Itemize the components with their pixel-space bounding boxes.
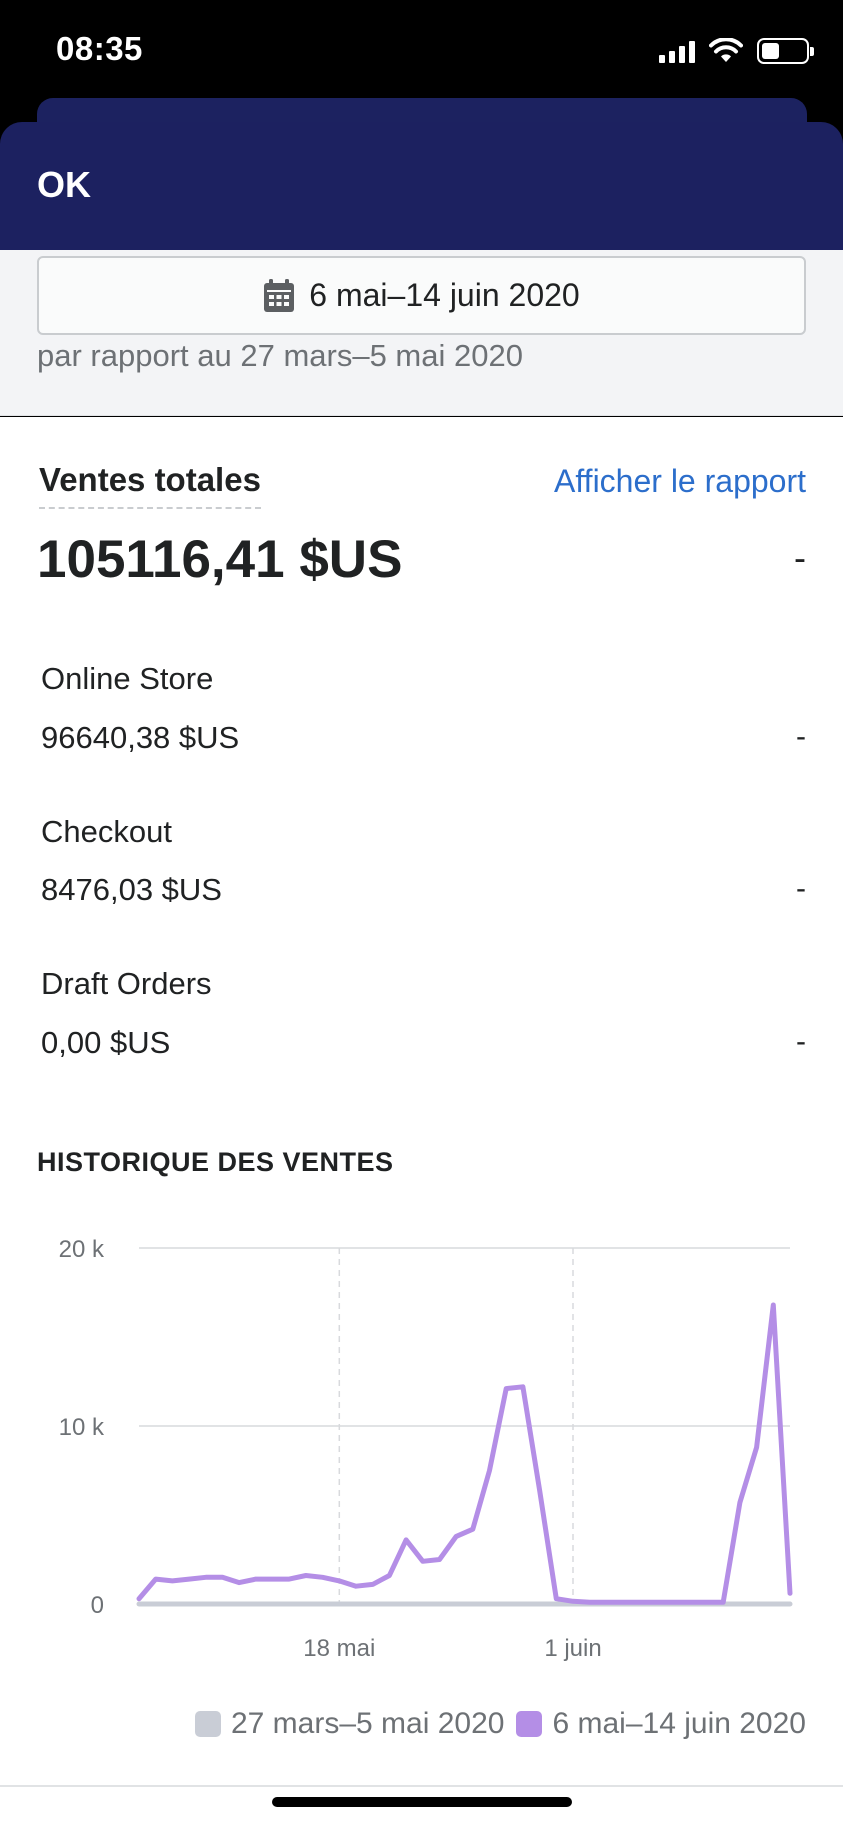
date-range-section: 6 mai–14 juin 2020 par rapport au 27 mar…: [0, 250, 843, 416]
wifi-icon: [709, 38, 743, 62]
status-icons: [659, 36, 814, 66]
comparison-period-text: par rapport au 27 mars–5 mai 2020: [37, 338, 523, 373]
legend-label-previous: 27 mars–5 mai 2020: [230, 1707, 505, 1740]
status-bar: 08:35: [0, 0, 843, 100]
legend-swatch-previous: [194, 1711, 221, 1737]
legend-label-current: 6 mai–14 juin 2020: [552, 1707, 806, 1740]
legend-item-current[interactable]: 6 mai–14 juin 2020: [516, 1707, 806, 1741]
legend-item-previous[interactable]: 27 mars–5 mai 2020: [194, 1707, 505, 1741]
total-sales-title[interactable]: Ventes totales: [39, 461, 261, 509]
channel-value: 0,00 $US: [41, 1025, 171, 1060]
sales-history-title: HISTORIQUE DES VENTES: [37, 1147, 394, 1177]
channel-value: 8476,03 $US: [41, 872, 222, 907]
chart-legend: 27 mars–5 mai 2020 6 mai–14 juin 2020: [194, 1707, 806, 1741]
nav-bar: OK: [0, 122, 843, 250]
x-tick-label: 18 mai: [303, 1635, 375, 1662]
date-range-label: 6 mai–14 juin 2020: [309, 277, 580, 313]
battery-level: [762, 43, 779, 59]
home-indicator[interactable]: [272, 1797, 572, 1807]
total-sales-value: 105116,41 $US: [37, 530, 403, 589]
channel-name: Checkout: [41, 814, 172, 849]
channel-value: 96640,38 $US: [41, 720, 240, 755]
y-tick-label: 20 k: [59, 1236, 105, 1263]
ok-button[interactable]: OK: [37, 164, 91, 206]
cellular-signal-icon: [659, 39, 695, 63]
channel-change: -: [796, 720, 806, 753]
sales-history-chart: 0 10 k 20 k 18 mai 1 juin: [59, 1236, 793, 1662]
channel-change: -: [796, 1025, 806, 1058]
battery-icon: [757, 38, 814, 64]
channel-change: -: [796, 872, 806, 905]
sales-card: Ventes totales Afficher le rapport 10511…: [0, 417, 843, 1787]
y-tick-label: 0: [91, 1592, 104, 1619]
series-line-current: [136, 1302, 793, 1605]
status-time: 08:35: [56, 30, 143, 67]
total-sales-change: -: [794, 537, 806, 578]
y-tick-label: 10 k: [59, 1414, 105, 1441]
legend-swatch-current: [516, 1711, 543, 1737]
date-range-picker-button[interactable]: 6 mai–14 juin 2020: [37, 256, 806, 335]
x-tick-label: 1 juin: [544, 1635, 601, 1662]
channel-name: Draft Orders: [41, 966, 212, 1001]
calendar-icon: [264, 278, 295, 312]
view-report-link[interactable]: Afficher le rapport: [554, 463, 806, 500]
channel-name: Online Store: [41, 661, 214, 696]
